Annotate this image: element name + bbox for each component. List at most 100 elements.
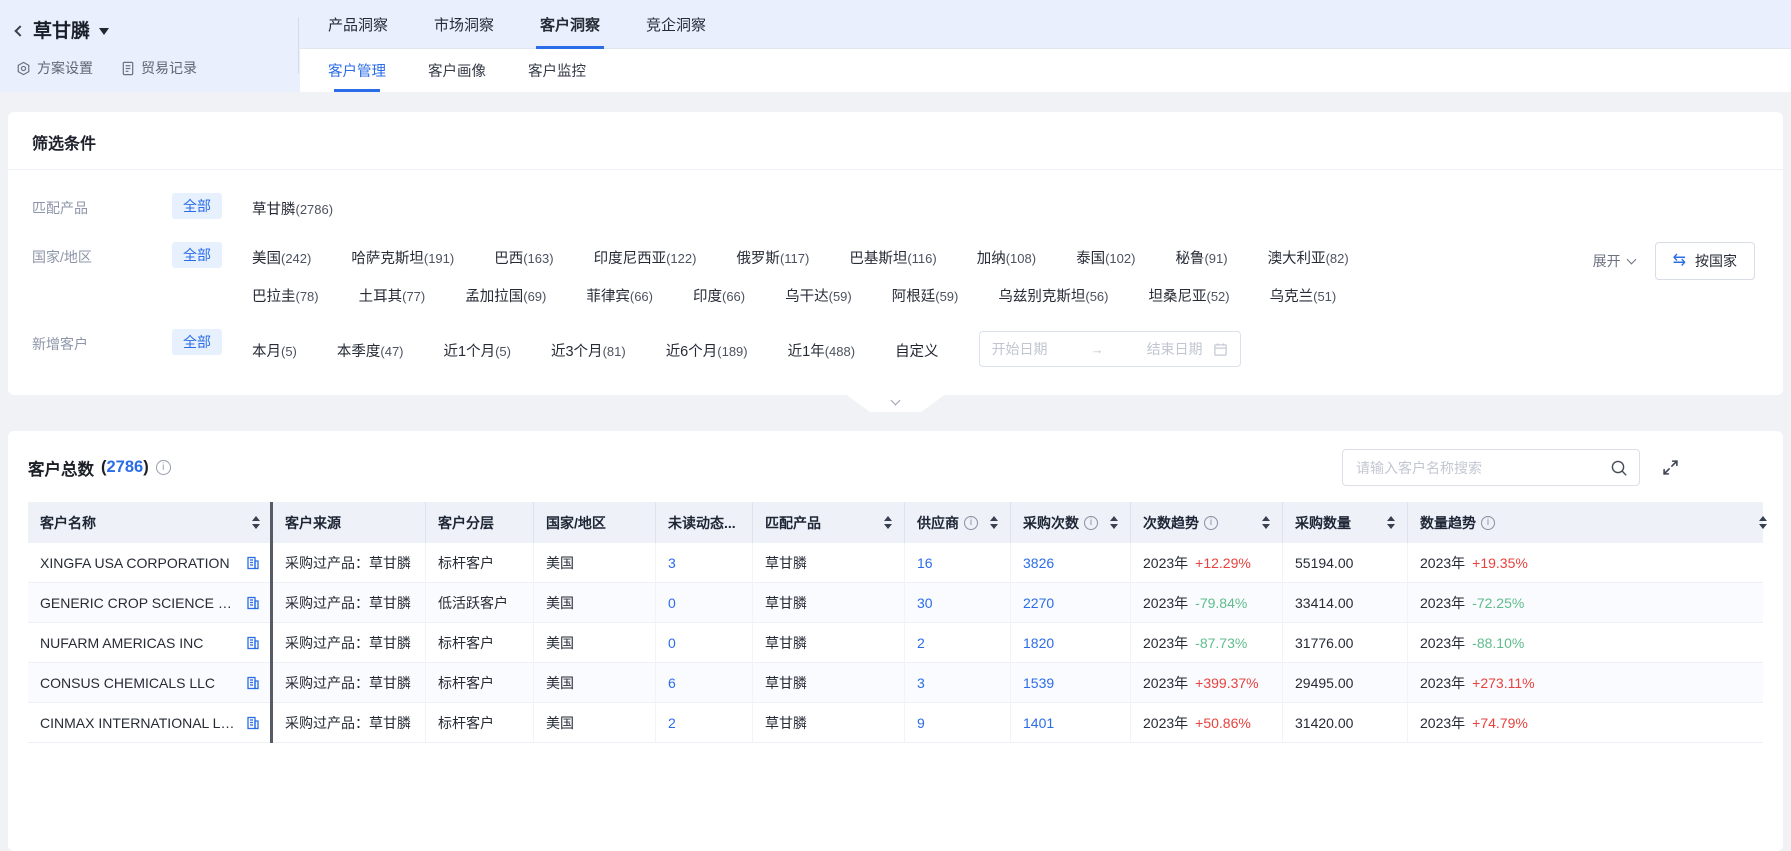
main-tab-客户洞察[interactable]: 客户洞察 [540,0,600,48]
purchase-times-link[interactable]: 2270 [1023,595,1054,611]
filter-tag-菲律宾[interactable]: 菲律宾(66) [586,285,653,306]
filter-tag-哈萨克斯坦[interactable]: 哈萨克斯坦(191) [351,247,454,268]
info-icon[interactable]: i [156,460,171,475]
filter-tag-巴拉圭[interactable]: 巴拉圭(78) [252,285,319,306]
column-header-次数趋势[interactable]: 次数趋势i [1131,502,1283,543]
sort-toggle[interactable] [1751,516,1767,529]
sub-tab-客户监控[interactable]: 客户监控 [528,49,586,92]
sort-toggle[interactable] [982,516,998,529]
filter-tag-坦桑尼亚[interactable]: 坦桑尼亚(52) [1149,285,1230,306]
column-header-未读动态...[interactable]: 未读动态... [656,502,753,543]
column-header-供应商[interactable]: 供应商i [905,502,1011,543]
filter-tag-秘鲁[interactable]: 秘鲁(91) [1175,247,1227,268]
column-header-国家/地区[interactable]: 国家/地区 [534,502,656,543]
sub-tab-客户管理[interactable]: 客户管理 [328,49,386,92]
filter-tag-近1个月[interactable]: 近1个月(5) [444,340,511,361]
unread-count-link[interactable]: 6 [668,675,676,691]
filter-tag-阿根廷[interactable]: 阿根廷(59) [892,285,959,306]
column-header-客户分层[interactable]: 客户分层 [426,502,534,543]
unread-count-link[interactable]: 3 [668,555,676,571]
unread-count-link[interactable]: 2 [668,715,676,731]
company-icon[interactable] [246,676,260,690]
product-all-chip[interactable]: 全部 [172,193,222,219]
info-icon[interactable]: i [1481,516,1495,530]
suppliers-count-link[interactable]: 16 [917,555,933,571]
info-icon[interactable]: i [964,516,978,530]
customer-search-input[interactable] [1354,459,1610,477]
filter-tag-孟加拉国[interactable]: 孟加拉国(69) [465,285,546,306]
purchase-times-link[interactable]: 1820 [1023,635,1054,651]
new-customer-all-chip[interactable]: 全部 [172,329,222,355]
sort-toggle[interactable] [1254,516,1270,529]
unread-count-link[interactable]: 0 [668,635,676,651]
customer-name[interactable]: GENERIC CROP SCIENCE LLC [40,595,238,611]
header-action-方案设置[interactable]: 方案设置 [16,58,93,78]
unread-count-link[interactable]: 0 [668,595,676,611]
filter-tag-土耳其[interactable]: 土耳其(77) [359,285,426,306]
search-icon[interactable] [1610,459,1628,477]
column-header-采购数量[interactable]: 采购数量 [1283,502,1408,543]
date-range-picker[interactable]: 开始日期→结束日期 [979,331,1241,367]
main-tab-产品洞察[interactable]: 产品洞察 [328,0,388,48]
filter-tag-澳大利亚[interactable]: 澳大利亚(82) [1268,247,1349,268]
column-header-客户名称[interactable]: 客户名称 [28,502,273,543]
filter-tag-乌兹别克斯坦[interactable]: 乌兹别克斯坦(56) [998,285,1108,306]
filter-tag-count: (5) [495,344,511,359]
filter-tag-印度尼西亚[interactable]: 印度尼西亚(122) [594,247,697,268]
fullscreen-expand-icon[interactable] [1662,459,1679,476]
main-tab-竞企洞察[interactable]: 竞企洞察 [646,0,706,48]
customer-name[interactable]: NUFARM AMERICAS INC [40,635,203,651]
filter-tag-巴西[interactable]: 巴西(163) [494,247,553,268]
fixed-column-scrollbar[interactable] [270,502,273,743]
customer-name[interactable]: CINMAX INTERNATIONAL LLC [40,715,238,731]
company-icon[interactable] [246,636,260,650]
filter-tag-近3个月[interactable]: 近3个月(81) [551,340,626,361]
product-dropdown-caret-icon[interactable] [99,28,109,35]
filter-tag-印度[interactable]: 印度(66) [693,285,745,306]
purchase-times-link[interactable]: 3826 [1023,555,1054,571]
by-country-button[interactable]: ⇆ 按国家 [1655,242,1755,280]
filter-tag-美国[interactable]: 美国(242) [252,247,311,268]
customer-name[interactable]: CONSUS CHEMICALS LLC [40,675,215,691]
filter-tag-本月[interactable]: 本月(5) [252,340,297,361]
filter-tag-泰国[interactable]: 泰国(102) [1076,247,1135,268]
purchase-times-link[interactable]: 1401 [1023,715,1054,731]
suppliers-count-link[interactable]: 2 [917,635,925,651]
purchase-times-link[interactable]: 1539 [1023,675,1054,691]
sort-toggle[interactable] [1102,516,1118,529]
column-header-匹配产品[interactable]: 匹配产品 [753,502,905,543]
filter-tag-本季度[interactable]: 本季度(47) [337,340,404,361]
filter-tag-近6个月[interactable]: 近6个月(189) [666,340,748,361]
info-icon[interactable]: i [1084,516,1098,530]
customer-name[interactable]: XINGFA USA CORPORATION [40,555,230,571]
sort-toggle[interactable] [876,516,892,529]
filter-tag-近1年[interactable]: 近1年(488) [788,340,855,361]
filter-tag-俄罗斯[interactable]: 俄罗斯(117) [736,247,809,268]
column-header-采购次数[interactable]: 采购次数i [1011,502,1131,543]
filter-tag-巴基斯坦[interactable]: 巴基斯坦(116) [849,247,936,268]
company-icon[interactable] [246,716,260,730]
suppliers-count-link[interactable]: 3 [917,675,925,691]
filter-tag-乌干达[interactable]: 乌干达(59) [785,285,852,306]
sort-toggle[interactable] [244,516,260,529]
collapse-filters-tab[interactable] [847,395,945,412]
info-icon[interactable]: i [1204,516,1218,530]
main-tab-市场洞察[interactable]: 市场洞察 [434,0,494,48]
customer-search-box[interactable] [1342,449,1640,486]
sort-toggle[interactable] [1379,516,1395,529]
company-icon[interactable] [246,596,260,610]
filter-tag-乌克兰[interactable]: 乌克兰(51) [1270,285,1337,306]
suppliers-count-link[interactable]: 30 [917,595,933,611]
country-all-chip[interactable]: 全部 [172,242,222,268]
header-action-贸易记录[interactable]: 贸易记录 [121,58,197,78]
column-header-数量趋势[interactable]: 数量趋势i [1408,502,1779,543]
suppliers-count-link[interactable]: 9 [917,715,925,731]
expand-toggle[interactable]: 展开 [1593,251,1635,271]
sub-tab-客户画像[interactable]: 客户画像 [428,49,486,92]
company-icon[interactable] [246,556,260,570]
column-header-客户来源[interactable]: 客户来源 [273,502,426,543]
filter-tag-加纳[interactable]: 加纳(108) [977,247,1036,268]
back-icon[interactable] [14,25,25,36]
filter-tag-草甘膦[interactable]: 草甘膦(2786) [252,198,333,219]
custom-date-tag[interactable]: 自定义 [895,340,939,361]
